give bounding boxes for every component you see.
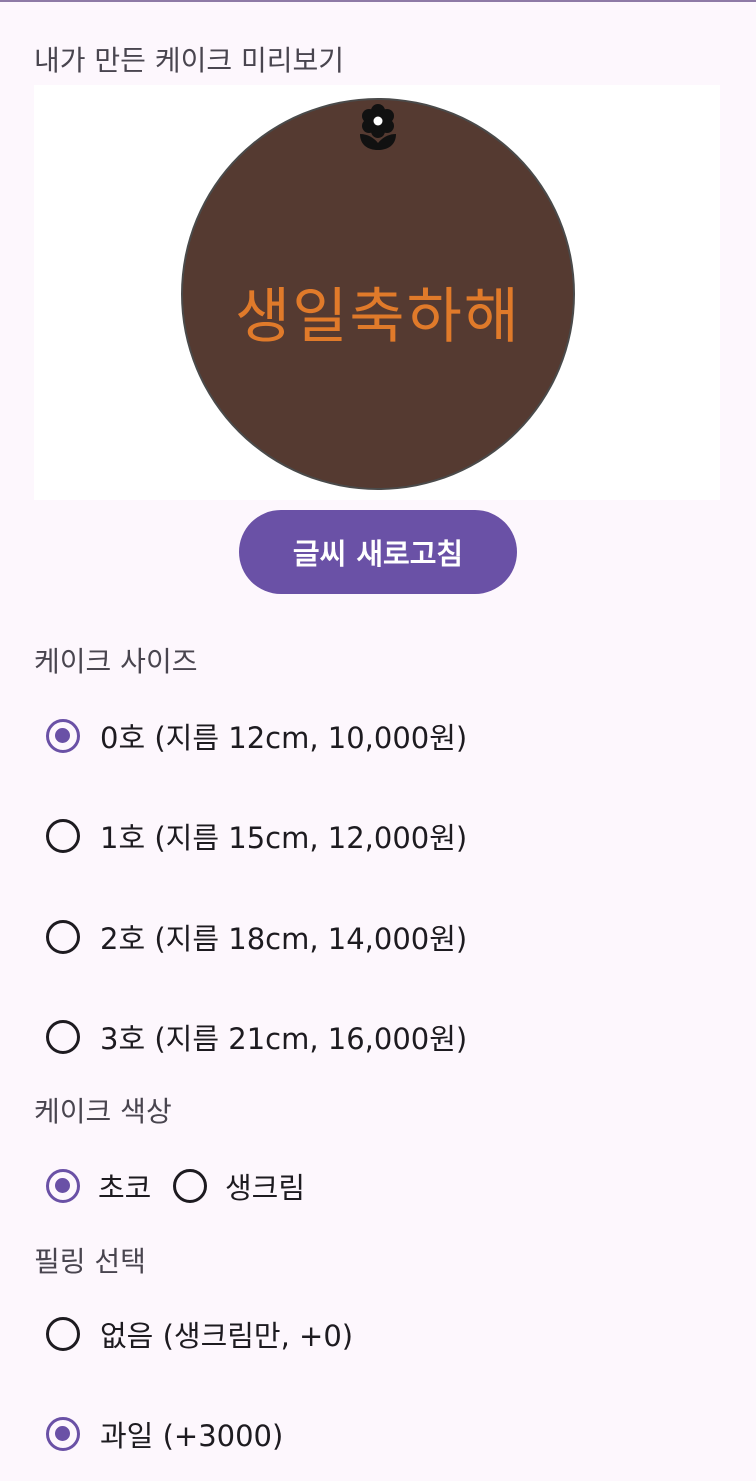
cake-circle: 생일축하해	[181, 98, 575, 490]
radio-button-selected[interactable]	[46, 1417, 80, 1451]
radio-button[interactable]	[46, 1317, 80, 1351]
color-option-label: 초코	[98, 1171, 152, 1205]
size-option-0[interactable]: 0호 (지름 12cm, 10,000원)	[46, 714, 467, 758]
filling-section-label: 필링 선택	[34, 1245, 146, 1278]
color-section-label: 케이크 색상	[34, 1095, 172, 1128]
size-option-label: 1호 (지름 15cm, 12,000원)	[100, 821, 468, 855]
color-option-cream[interactable]: 생크림	[173, 1164, 305, 1208]
size-option-label: 3호 (지름 21cm, 16,000원)	[100, 1022, 468, 1056]
filling-option-label: 과일 (+3000)	[100, 1419, 284, 1453]
radio-button-selected[interactable]	[46, 719, 80, 753]
color-option-choco[interactable]: 초코	[46, 1164, 151, 1208]
filling-option-label: 없음 (생크림만, +0)	[100, 1319, 354, 1353]
cake-message: 생일축하해	[235, 282, 521, 352]
color-option-label: 생크림	[225, 1171, 306, 1205]
filling-option-fruit[interactable]: 과일 (+3000)	[46, 1412, 283, 1456]
radio-button[interactable]	[46, 920, 80, 954]
size-section-label: 케이크 사이즈	[34, 645, 198, 678]
top-divider	[0, 0, 756, 2]
size-option-1[interactable]: 1호 (지름 15cm, 12,000원)	[46, 814, 467, 858]
size-option-2[interactable]: 2호 (지름 18cm, 14,000원)	[46, 915, 467, 959]
flower-icon	[360, 104, 396, 150]
radio-button[interactable]	[46, 819, 80, 853]
filling-option-none[interactable]: 없음 (생크림만, +0)	[46, 1312, 353, 1356]
size-option-label: 2호 (지름 18cm, 14,000원)	[100, 922, 468, 956]
size-option-label: 0호 (지름 12cm, 10,000원)	[100, 721, 468, 755]
radio-button[interactable]	[173, 1169, 207, 1203]
size-option-3[interactable]: 3호 (지름 21cm, 16,000원)	[46, 1015, 467, 1059]
refresh-text-button[interactable]: 글씨 새로고침	[239, 510, 517, 594]
preview-title: 내가 만든 케이크 미리보기	[34, 44, 345, 77]
cake-preview-area: 생일축하해	[34, 85, 720, 500]
radio-button[interactable]	[46, 1020, 80, 1054]
radio-button-selected[interactable]	[46, 1169, 80, 1203]
